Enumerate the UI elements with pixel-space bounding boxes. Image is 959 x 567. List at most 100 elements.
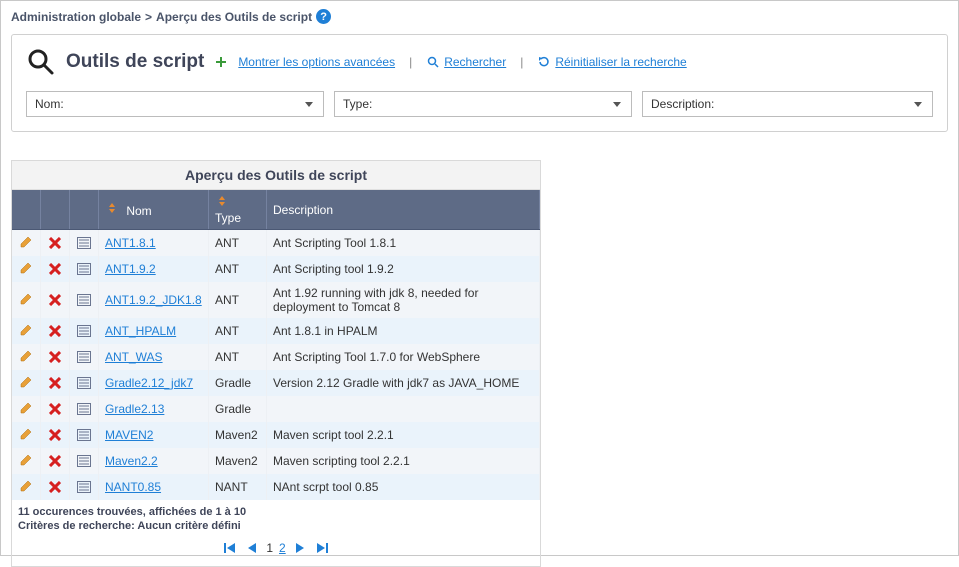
filter-name-select[interactable]: Nom:: [26, 91, 324, 117]
edit-icon[interactable]: [18, 400, 34, 416]
edit-icon[interactable]: [18, 426, 34, 442]
filter-type-label: Type:: [343, 97, 372, 111]
table-row: ANT1.9.2 ANT Ant Scripting tool 1.9.2: [12, 256, 540, 282]
pager: 1 2: [12, 540, 540, 556]
col-name-header[interactable]: Nom: [99, 190, 209, 230]
breadcrumb: Administration globale > Aperçu des Outi…: [11, 9, 948, 24]
search-link-label: Rechercher: [444, 55, 506, 69]
col-desc-label: Description: [273, 203, 333, 217]
search-criteria: Critères de recherche: Aucun critère déf…: [12, 520, 540, 534]
pager-prev-icon[interactable]: [244, 540, 260, 556]
col-type-header[interactable]: Type: [209, 190, 267, 230]
col-desc-header[interactable]: Description: [267, 190, 540, 230]
detail-icon[interactable]: [76, 235, 92, 251]
row-type: ANT: [215, 236, 239, 250]
breadcrumb-sep: >: [145, 10, 152, 24]
col-edit: [12, 190, 41, 230]
delete-icon[interactable]: [47, 292, 63, 308]
delete-icon[interactable]: [47, 349, 63, 365]
pager-last-icon[interactable]: [314, 540, 330, 556]
row-desc: NAnt scrpt tool 0.85: [273, 480, 378, 494]
detail-icon[interactable]: [76, 427, 92, 443]
reset-link-label: Réinitialiser la recherche: [555, 55, 686, 69]
filter-type-select[interactable]: Type:: [334, 91, 632, 117]
row-name-link[interactable]: Gradle2.12_jdk7: [105, 376, 193, 390]
plus-icon: [214, 55, 228, 69]
detail-icon[interactable]: [76, 261, 92, 277]
search-panel: Outils de script Montrer les options ava…: [11, 34, 948, 132]
table-title: Aperçu des Outils de script: [12, 161, 540, 190]
table-row: Gradle2.12_jdk7GradleVersion 2.12 Gradle…: [12, 370, 540, 396]
filter-desc-select[interactable]: Description:: [642, 91, 933, 117]
detail-icon[interactable]: [76, 292, 92, 308]
help-icon[interactable]: ?: [316, 9, 331, 24]
magnifier-icon: [426, 55, 440, 69]
detail-icon[interactable]: [76, 453, 92, 469]
filter-desc-label: Description:: [651, 97, 714, 111]
col-type-label: Type: [215, 211, 241, 225]
delete-icon[interactable]: [47, 401, 63, 417]
table-row: MAVEN2Maven2Maven script tool 2.2.1: [12, 422, 540, 448]
delete-icon[interactable]: [47, 375, 63, 391]
delete-icon[interactable]: [47, 261, 63, 277]
pager-page-1[interactable]: 1: [266, 541, 273, 555]
row-type: ANT: [215, 324, 239, 338]
table-row: Maven2.2Maven2Maven scripting tool 2.2.1: [12, 448, 540, 474]
col-detail: [70, 190, 99, 230]
pager-page-2[interactable]: 2: [279, 541, 286, 555]
row-name-link[interactable]: Maven2.2: [105, 454, 158, 468]
row-desc: Ant 1.92 running with jdk 8, needed for …: [273, 286, 478, 314]
row-type: Maven2: [215, 428, 258, 442]
row-desc: Ant Scripting tool 1.9.2: [273, 262, 394, 276]
advanced-options-link[interactable]: Montrer les options avancées: [238, 55, 395, 69]
detail-icon[interactable]: [76, 323, 92, 339]
row-name-link[interactable]: MAVEN2: [105, 428, 153, 442]
row-name-link[interactable]: NANT0.85: [105, 480, 161, 494]
edit-icon[interactable]: [18, 452, 34, 468]
breadcrumb-part1[interactable]: Administration globale: [11, 10, 141, 24]
results-table: Nom Type Description ANT1.8.1 ANT Ant Scri…: [12, 190, 540, 500]
row-desc: Ant 1.8.1 in HPALM: [273, 324, 378, 338]
row-type: Gradle: [215, 402, 251, 416]
edit-icon[interactable]: [18, 260, 34, 276]
table-row: Gradle2.13 Gradle: [12, 396, 540, 422]
edit-icon[interactable]: [18, 291, 34, 307]
edit-icon[interactable]: [18, 374, 34, 390]
row-desc: Ant Scripting Tool 1.8.1: [273, 236, 396, 250]
sort-icon: [105, 201, 119, 215]
row-type: ANT: [215, 262, 239, 276]
row-type: ANT: [215, 350, 239, 364]
row-name-link[interactable]: ANT1.8.1: [105, 236, 156, 250]
row-desc: Maven scripting tool 2.2.1: [273, 454, 410, 468]
search-icon: [26, 47, 56, 77]
delete-icon[interactable]: [47, 427, 63, 443]
detail-icon[interactable]: [76, 479, 92, 495]
row-name-link[interactable]: Gradle2.13: [105, 402, 164, 416]
reset-search-link[interactable]: Réinitialiser la recherche: [537, 55, 686, 69]
delete-icon[interactable]: [47, 235, 63, 251]
row-name-link[interactable]: ANT1.9.2_JDK1.8: [105, 293, 202, 307]
delete-icon[interactable]: [47, 479, 63, 495]
row-name-link[interactable]: ANT_WAS: [105, 350, 163, 364]
row-name-link[interactable]: ANT_HPALM: [105, 324, 176, 338]
table-row: ANT1.8.1 ANT Ant Scripting Tool 1.8.1: [12, 230, 540, 257]
delete-icon[interactable]: [47, 453, 63, 469]
detail-icon[interactable]: [76, 349, 92, 365]
results-table-panel: Aperçu des Outils de script Nom: [11, 160, 541, 567]
pager-next-icon[interactable]: [292, 540, 308, 556]
separator: |: [409, 55, 412, 69]
edit-icon[interactable]: [18, 322, 34, 338]
detail-icon[interactable]: [76, 401, 92, 417]
filter-name-label: Nom:: [35, 97, 64, 111]
detail-icon[interactable]: [76, 375, 92, 391]
edit-icon[interactable]: [18, 234, 34, 250]
edit-icon[interactable]: [18, 348, 34, 364]
row-name-link[interactable]: ANT1.9.2: [105, 262, 156, 276]
col-name-label: Nom: [126, 204, 151, 218]
edit-icon[interactable]: [18, 478, 34, 494]
pager-first-icon[interactable]: [222, 540, 238, 556]
advanced-options-label: Montrer les options avancées: [238, 55, 395, 69]
search-link[interactable]: Rechercher: [426, 55, 506, 69]
delete-icon[interactable]: [47, 323, 63, 339]
table-row: ANT1.9.2_JDK1.8ANTAnt 1.92 running with …: [12, 282, 540, 318]
